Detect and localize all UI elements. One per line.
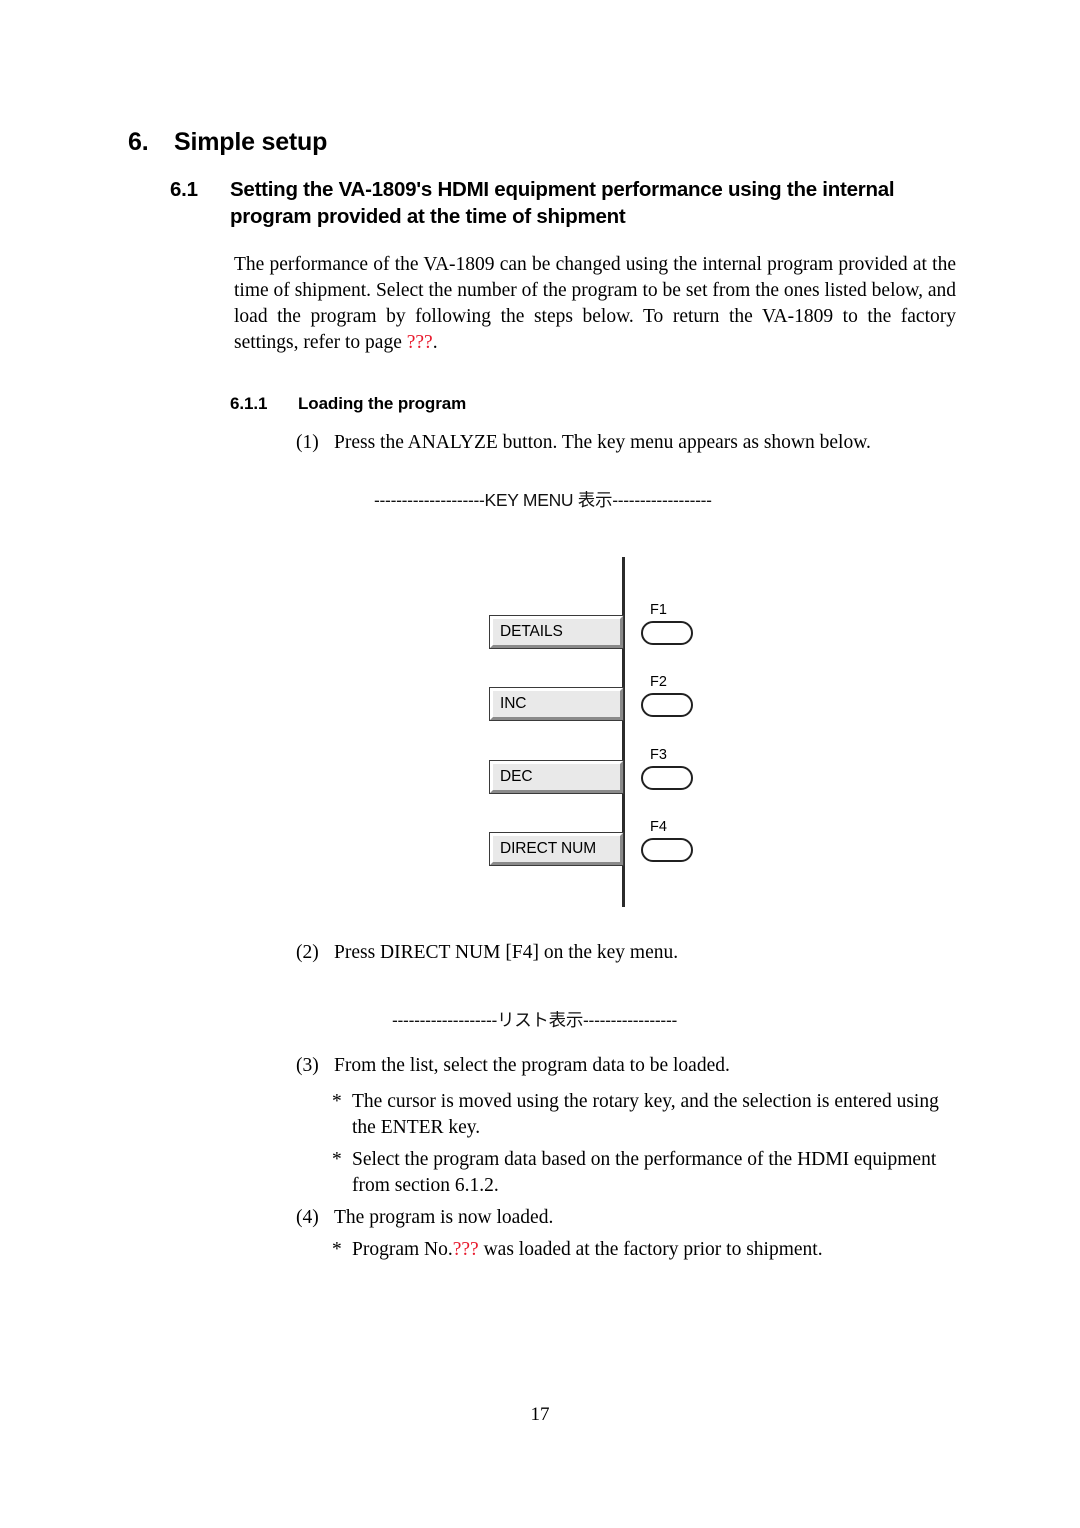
document-page: 6. Simple setup 6.1 Setting the VA-1809's… bbox=[0, 0, 1080, 1528]
section-title: Setting the VA-1809's HDMI equipment per… bbox=[230, 178, 895, 228]
note-bullet: * Select the program data based on the p… bbox=[332, 1147, 956, 1199]
asterisk-icon: * bbox=[332, 1149, 342, 1170]
fkey-label-f4: F4 bbox=[650, 819, 667, 835]
hardware-key-f1[interactable] bbox=[641, 621, 693, 645]
step-label: (3) bbox=[296, 1055, 319, 1076]
page-reference-placeholder: ??? bbox=[406, 331, 433, 353]
key-menu-figure: DETAILS INC DEC DIRECT NUM F1 F2 F3 F4 bbox=[470, 550, 710, 915]
fkey-label-f3: F3 bbox=[650, 747, 667, 763]
intro-paragraph: The performance of the VA-1809 can be ch… bbox=[234, 252, 956, 356]
step-text: From the list, select the program data t… bbox=[334, 1055, 730, 1076]
softkey-button-f2[interactable]: INC bbox=[490, 688, 623, 720]
step-text: Press the ANALYZE button. The key menu a… bbox=[334, 432, 871, 453]
step-item: (2) Press DIRECT NUM [F4] on the key menu… bbox=[296, 940, 678, 966]
note-text-after: was loaded at the factory prior to shipm… bbox=[478, 1239, 823, 1260]
softkey-button-f4[interactable]: DIRECT NUM bbox=[490, 833, 623, 865]
step-label: (1) bbox=[296, 432, 319, 453]
note-text: The cursor is moved using the rotary key… bbox=[352, 1091, 939, 1138]
note-text: Program No.??? was loaded at the factory… bbox=[352, 1237, 956, 1263]
chapter-title: Simple setup bbox=[174, 128, 328, 156]
subsection-number: 6.1.1 bbox=[230, 394, 268, 413]
fkey-label-f1: F1 bbox=[650, 602, 667, 618]
hardware-key-f4[interactable] bbox=[641, 838, 693, 862]
step-text: The program is now loaded. bbox=[334, 1207, 554, 1228]
chapter-number: 6. bbox=[128, 128, 149, 156]
subsection-title: Loading the program bbox=[298, 394, 467, 413]
step-item: (1) Press the ANALYZE button. The key men… bbox=[296, 430, 871, 456]
softkey-label: INC bbox=[500, 695, 527, 712]
softkey-label: DETAILS bbox=[500, 623, 563, 640]
step-label: (2) bbox=[296, 942, 319, 963]
note-bullet: * The cursor is moved using the rotary k… bbox=[332, 1089, 956, 1141]
section-number: 6.1 bbox=[170, 178, 198, 201]
softkey-button-f1[interactable]: DETAILS bbox=[490, 616, 623, 648]
step-item: (4) The program is now loaded. bbox=[296, 1205, 553, 1231]
step-text: Press DIRECT NUM [F4] on the key menu. bbox=[334, 942, 679, 963]
hardware-key-f2[interactable] bbox=[641, 693, 693, 717]
asterisk-icon: * bbox=[332, 1091, 342, 1112]
note-text: Select the program data based on the per… bbox=[352, 1149, 937, 1196]
key-menu-figure-caption: --------------------KEY MENU 表示---------… bbox=[374, 490, 712, 510]
list-figure-caption: -------------------リスト表示----------------… bbox=[392, 1010, 677, 1030]
subsection-heading: 6.1.1 Loading the program bbox=[230, 394, 466, 414]
softkey-label: DIRECT NUM bbox=[500, 840, 597, 857]
page-number: 17 bbox=[530, 1404, 550, 1425]
hardware-key-f3[interactable] bbox=[641, 766, 693, 790]
asterisk-icon: * bbox=[332, 1239, 342, 1260]
softkey-label: DEC bbox=[500, 768, 533, 785]
step-item: (3) From the list, select the program dat… bbox=[296, 1053, 730, 1079]
note-text-before: Program No. bbox=[352, 1239, 453, 1260]
chapter-heading: 6. Simple setup bbox=[128, 128, 327, 157]
softkey-button-f3[interactable]: DEC bbox=[490, 761, 623, 793]
intro-text-before: The performance of the VA-1809 can be ch… bbox=[234, 253, 956, 353]
intro-text-after: . bbox=[432, 331, 438, 353]
step-label: (4) bbox=[296, 1207, 319, 1228]
fkey-label-f2: F2 bbox=[650, 674, 667, 690]
program-number-placeholder: ??? bbox=[452, 1239, 479, 1260]
section-heading: 6.1 Setting the VA-1809's HDMI equipment… bbox=[170, 176, 970, 230]
note-bullet: * Program No.??? was loaded at the facto… bbox=[332, 1237, 956, 1263]
